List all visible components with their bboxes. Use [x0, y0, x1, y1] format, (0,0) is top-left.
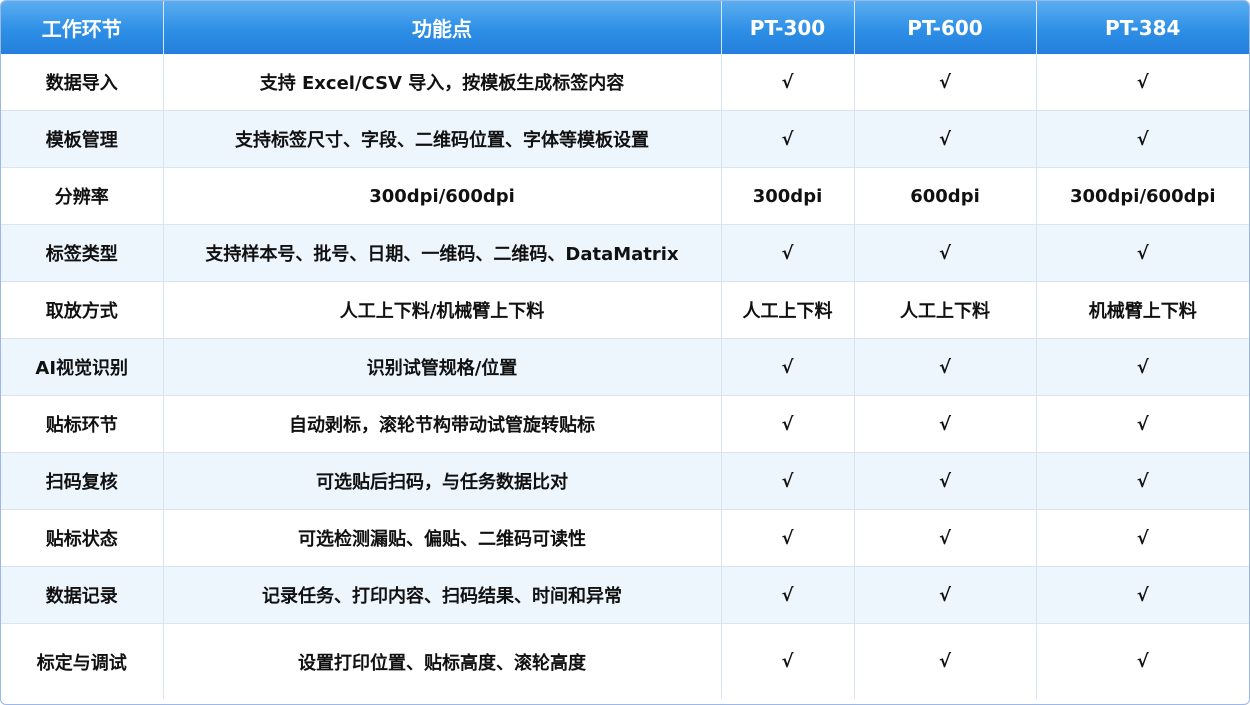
stage-cell: 标定与调试	[1, 623, 164, 699]
comparison-table-frame: 工作环节 功能点 PT-300 PT-600 PT-384 数据导入 支持 Ex…	[0, 0, 1250, 705]
pt-300-cell: √	[721, 338, 855, 396]
pt-384-cell: √	[1036, 338, 1249, 396]
stage-cell: AI视觉识别	[1, 338, 164, 396]
feature-cell: 支持 Excel/CSV 导入，按模板生成标签内容	[163, 54, 722, 111]
pt-600-cell: √	[854, 54, 1037, 111]
pt-384-cell: 300dpi/600dpi	[1036, 167, 1249, 225]
feature-cell: 可选检测漏贴、偏贴、二维码可读性	[163, 509, 722, 567]
pt-600-cell: 人工上下料	[854, 281, 1037, 339]
feature-cell: 记录任务、打印内容、扫码结果、时间和异常	[163, 566, 722, 624]
pt-384-cell: 机械臂上下料	[1036, 281, 1249, 339]
header-feature: 功能点	[163, 1, 722, 54]
feature-cell: 支持标签尺寸、字段、二维码位置、字体等模板设置	[163, 110, 722, 168]
pt-384-cell: √	[1036, 452, 1249, 510]
table-header-row: 工作环节 功能点 PT-300 PT-600 PT-384	[1, 1, 1249, 54]
stage-cell: 模板管理	[1, 110, 164, 168]
pt-300-cell: 人工上下料	[721, 281, 855, 339]
feature-cell: 300dpi/600dpi	[163, 167, 722, 225]
pt-600-cell: √	[854, 395, 1037, 453]
stage-cell: 贴标状态	[1, 509, 164, 567]
pt-384-cell: √	[1036, 54, 1249, 111]
table-row: 取放方式 人工上下料/机械臂上下料 人工上下料 人工上下料 机械臂上下料	[1, 281, 1249, 339]
pt-600-cell: √	[854, 509, 1037, 567]
feature-comparison-table: 工作环节 功能点 PT-300 PT-600 PT-384 数据导入 支持 Ex…	[1, 1, 1249, 699]
pt-384-cell: √	[1036, 224, 1249, 282]
feature-cell: 可选贴后扫码，与任务数据比对	[163, 452, 722, 510]
pt-600-cell: √	[854, 224, 1037, 282]
feature-cell: 自动剥标，滚轮节构带动试管旋转贴标	[163, 395, 722, 453]
pt-600-cell: 600dpi	[854, 167, 1037, 225]
stage-cell: 数据记录	[1, 566, 164, 624]
pt-600-cell: √	[854, 110, 1037, 168]
table-row: 贴标状态 可选检测漏贴、偏贴、二维码可读性 √ √ √	[1, 509, 1249, 567]
pt-300-cell: √	[721, 110, 855, 168]
pt-300-cell: √	[721, 224, 855, 282]
pt-600-cell: √	[854, 623, 1037, 699]
table-row: 标定与调试 设置打印位置、贴标高度、滚轮高度 √ √ √	[1, 623, 1249, 699]
table-row: AI视觉识别 识别试管规格/位置 √ √ √	[1, 338, 1249, 396]
feature-cell: 支持样本号、批号、日期、一维码、二维码、DataMatrix	[163, 224, 722, 282]
header-pt-300: PT-300	[721, 1, 855, 54]
table-row: 标签类型 支持样本号、批号、日期、一维码、二维码、DataMatrix √ √ …	[1, 224, 1249, 282]
pt-384-cell: √	[1036, 395, 1249, 453]
pt-300-cell: √	[721, 566, 855, 624]
pt-384-cell: √	[1036, 110, 1249, 168]
table-row: 数据记录 记录任务、打印内容、扫码结果、时间和异常 √ √ √	[1, 566, 1249, 624]
feature-cell: 设置打印位置、贴标高度、滚轮高度	[163, 623, 722, 699]
pt-600-cell: √	[854, 566, 1037, 624]
pt-384-cell: √	[1036, 566, 1249, 624]
stage-cell: 贴标环节	[1, 395, 164, 453]
pt-300-cell: √	[721, 395, 855, 453]
table-row: 扫码复核 可选贴后扫码，与任务数据比对 √ √ √	[1, 452, 1249, 510]
table-row: 模板管理 支持标签尺寸、字段、二维码位置、字体等模板设置 √ √ √	[1, 110, 1249, 168]
pt-600-cell: √	[854, 452, 1037, 510]
stage-cell: 扫码复核	[1, 452, 164, 510]
table-row: 数据导入 支持 Excel/CSV 导入，按模板生成标签内容 √ √ √	[1, 54, 1249, 111]
feature-cell: 人工上下料/机械臂上下料	[163, 281, 722, 339]
table-row: 分辨率 300dpi/600dpi 300dpi 600dpi 300dpi/6…	[1, 167, 1249, 225]
pt-300-cell: √	[721, 623, 855, 699]
pt-300-cell: 300dpi	[721, 167, 855, 225]
stage-cell: 标签类型	[1, 224, 164, 282]
pt-300-cell: √	[721, 452, 855, 510]
pt-300-cell: √	[721, 509, 855, 567]
pt-600-cell: √	[854, 338, 1037, 396]
stage-cell: 分辨率	[1, 167, 164, 225]
stage-cell: 取放方式	[1, 281, 164, 339]
header-stage: 工作环节	[1, 1, 164, 54]
pt-384-cell: √	[1036, 509, 1249, 567]
table-row: 贴标环节 自动剥标，滚轮节构带动试管旋转贴标 √ √ √	[1, 395, 1249, 453]
pt-300-cell: √	[721, 54, 855, 111]
feature-cell: 识别试管规格/位置	[163, 338, 722, 396]
stage-cell: 数据导入	[1, 54, 164, 111]
header-pt-600: PT-600	[854, 1, 1037, 54]
header-pt-384: PT-384	[1036, 1, 1249, 54]
pt-384-cell: √	[1036, 623, 1249, 699]
